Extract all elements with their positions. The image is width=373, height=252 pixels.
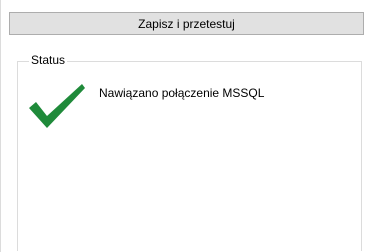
checkmark-icon	[27, 80, 87, 130]
status-groupbox-legend: Status	[29, 53, 68, 67]
save-and-test-button[interactable]: Zapisz i przetestuj	[9, 12, 364, 35]
connection-status-message: Nawiązano połączenie MSSQL	[99, 86, 265, 100]
